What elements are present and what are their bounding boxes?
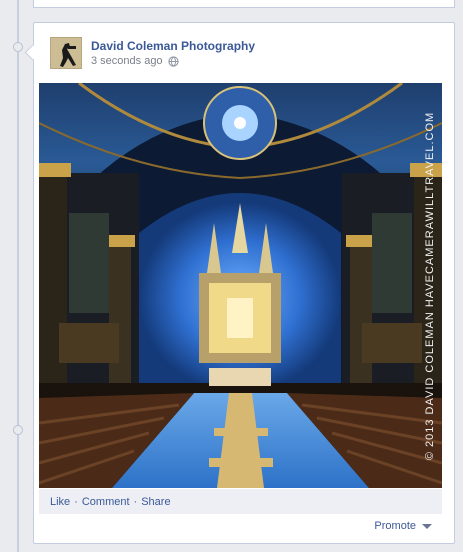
globe-icon[interactable] bbox=[167, 55, 179, 67]
promote-button[interactable]: Promote bbox=[374, 520, 432, 532]
card-pointer bbox=[24, 44, 41, 61]
watermark-text: © 2013 DAVID COLEMAN HAVECAMERAWILLTRAVE… bbox=[424, 111, 436, 460]
timeline-marker bbox=[13, 425, 23, 435]
timeline-marker bbox=[13, 42, 23, 52]
basilica-interior-image bbox=[39, 83, 442, 488]
timeline-line bbox=[17, 0, 19, 552]
post-photo[interactable]: © 2013 DAVID COLEMAN HAVECAMERAWILLTRAVE… bbox=[39, 83, 442, 488]
page-name-link[interactable]: David Coleman Photography bbox=[91, 39, 255, 53]
photo-watermark: © 2013 DAVID COLEMAN HAVECAMERAWILLTRAVE… bbox=[422, 111, 438, 460]
post-meta: 3 seconds ago bbox=[91, 55, 179, 67]
post-card: David Coleman Photography 3 seconds ago bbox=[24, 22, 455, 544]
page-avatar[interactable] bbox=[50, 37, 82, 69]
post-timestamp[interactable]: 3 seconds ago bbox=[91, 55, 163, 67]
promote-label: Promote bbox=[374, 520, 416, 532]
action-separator: · bbox=[74, 495, 78, 508]
like-link[interactable]: Like bbox=[50, 496, 70, 508]
chevron-down-icon bbox=[422, 523, 432, 529]
photographer-silhouette-icon bbox=[51, 38, 81, 68]
action-separator: · bbox=[133, 495, 138, 508]
previous-post-card bbox=[33, 0, 455, 8]
post-action-bar: Like · Comment · Share bbox=[39, 489, 442, 514]
share-link[interactable]: Share bbox=[141, 496, 170, 508]
comment-link[interactable]: Comment bbox=[82, 496, 130, 508]
